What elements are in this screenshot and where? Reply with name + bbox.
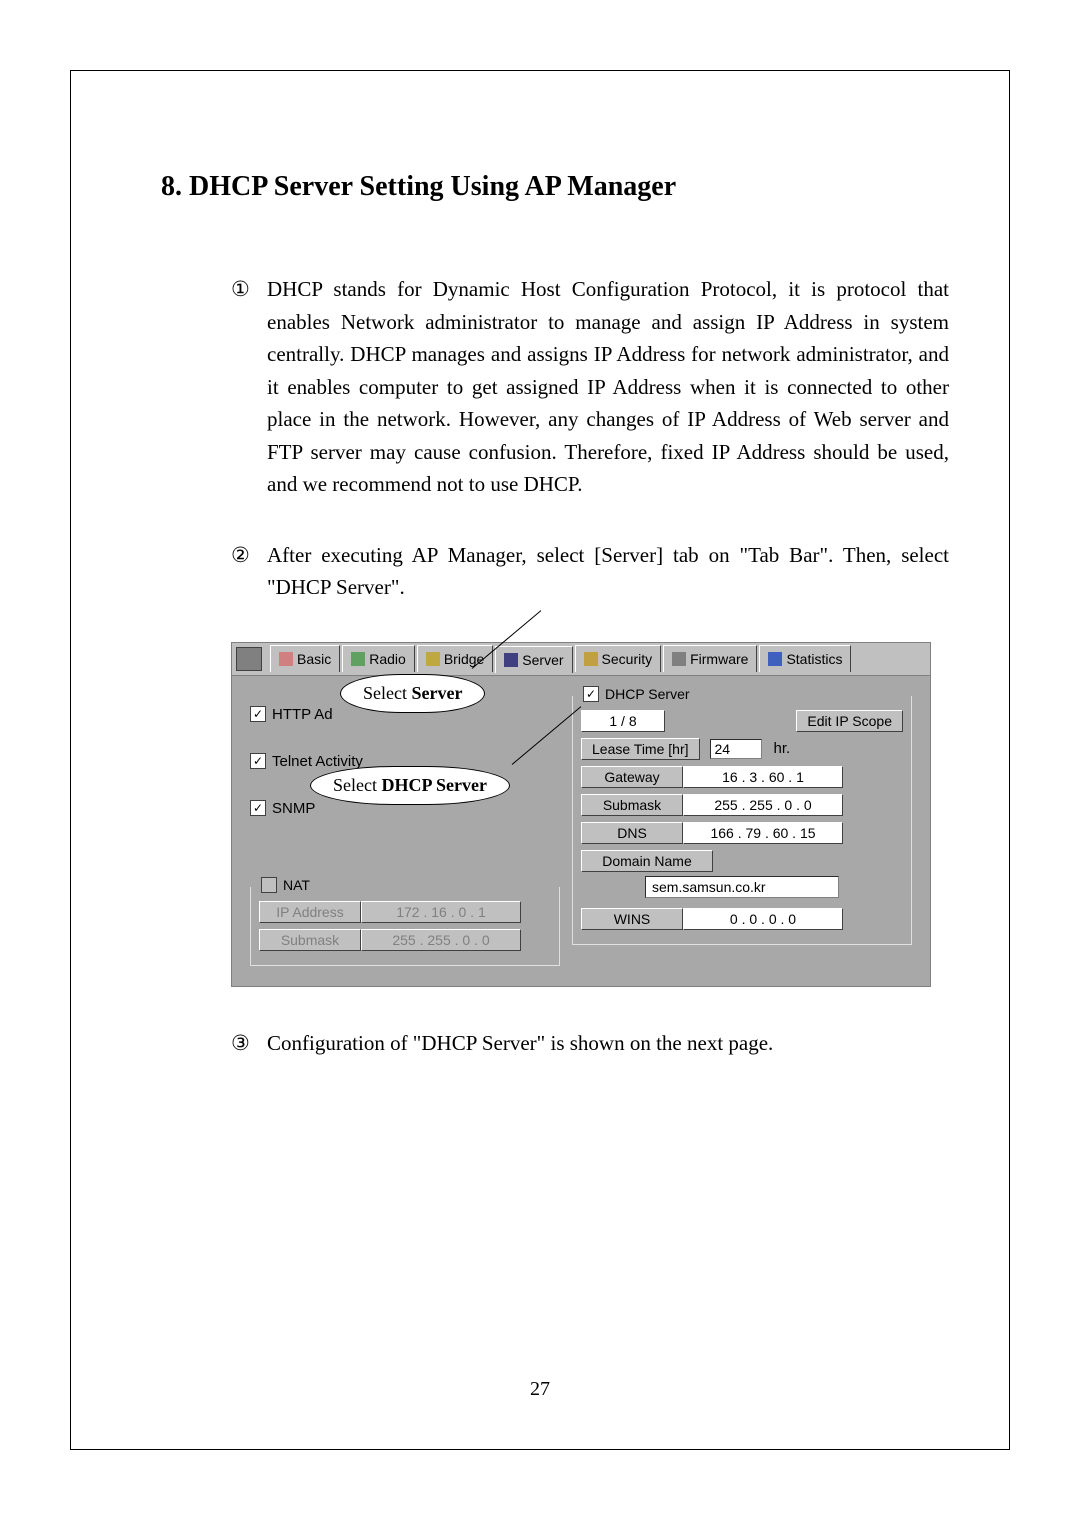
gateway-value[interactable]: 16 . 3 . 60 . 1 — [683, 766, 843, 788]
tab-basic-label: Basic — [297, 651, 331, 667]
checkbox-icon: ✓ — [583, 686, 599, 702]
lease-time-input[interactable]: 24 — [710, 739, 762, 759]
dns-value[interactable]: 166 . 79 . 60 . 15 — [683, 822, 843, 844]
lease-row: Lease Time [hr] 24 hr. — [581, 738, 903, 760]
scope-row: 1 / 8 Edit IP Scope — [581, 710, 903, 732]
hr-label: hr. — [774, 740, 791, 757]
callout-dhcp-pre: Select — [333, 775, 381, 795]
ip-address-value: 172 . 16 . 0 . 1 — [361, 901, 521, 923]
dhcp-legend-label: DHCP Server — [605, 686, 690, 702]
dns-button[interactable]: DNS — [581, 822, 683, 844]
nat-ip-row: IP Address 172 . 16 . 0 . 1 — [259, 901, 551, 923]
tab-statistics-label: Statistics — [786, 651, 842, 667]
left-column: ✓ HTTP Ad ✓ Telnet Activity ✓ SNMP — [250, 706, 560, 966]
dhcp-group: ✓ DHCP Server 1 / 8 Edit IP Scope Lease … — [572, 696, 912, 945]
tab-bridge-label: Bridge — [444, 651, 484, 667]
nat-legend: NAT — [257, 877, 314, 893]
radio-icon — [351, 652, 365, 666]
telnet-label: Telnet Activity — [272, 753, 363, 770]
domain-name-input[interactable]: sem.samsun.co.kr — [645, 876, 839, 898]
callout-select-server: Select Server — [340, 674, 485, 713]
dns-row: DNS 166 . 79 . 60 . 15 — [581, 822, 903, 844]
tab-firmware-label: Firmware — [690, 651, 748, 667]
checkbox-icon: ✓ — [250, 706, 266, 722]
numbered-list: ① DHCP stands for Dynamic Host Configura… — [231, 273, 949, 604]
submask-value: 255 . 255 . 0 . 0 — [361, 929, 521, 951]
wins-button[interactable]: WINS — [581, 908, 683, 930]
item-number-3: ③ — [231, 1027, 267, 1060]
nat-group: NAT IP Address 172 . 16 . 0 . 1 Submask … — [250, 887, 560, 966]
checkbox-icon — [261, 877, 277, 893]
dhcp-checkbox[interactable]: ✓ — [583, 686, 605, 702]
ip-address-label: IP Address — [259, 901, 361, 923]
nat-checkbox[interactable] — [261, 877, 283, 893]
item-text-1: DHCP stands for Dynamic Host Configurati… — [267, 273, 949, 501]
gateway-row: Gateway 16 . 3 . 60 . 1 — [581, 766, 903, 788]
firmware-icon — [672, 652, 686, 666]
list-item: ② After executing AP Manager, select [Se… — [231, 539, 949, 604]
submask-value[interactable]: 255 . 255 . 0 . 0 — [683, 794, 843, 816]
lease-time-button[interactable]: Lease Time [hr] — [581, 738, 700, 760]
ap-manager-screenshot: Basic Radio Bridge Server Security — [231, 642, 931, 987]
wins-value[interactable]: 0 . 0 . 0 . 0 — [683, 908, 843, 930]
callout-server-pre: Select — [363, 683, 411, 703]
tab-radio-label: Radio — [369, 651, 406, 667]
tab-radio[interactable]: Radio — [342, 645, 415, 672]
nat-submask-row: Submask 255 . 255 . 0 . 0 — [259, 929, 551, 951]
submask-row: Submask 255 . 255 . 0 . 0 — [581, 794, 903, 816]
http-label: HTTP Ad — [272, 706, 333, 723]
edit-ip-scope-button[interactable]: Edit IP Scope — [796, 710, 903, 732]
callout-dhcp-b: DHCP Server — [381, 775, 486, 795]
bridge-icon — [426, 652, 440, 666]
item-text-3: Configuration of "DHCP Server" is shown … — [267, 1027, 949, 1060]
page-number: 27 — [71, 1378, 1009, 1401]
gateway-button[interactable]: Gateway — [581, 766, 683, 788]
submask-label: Submask — [259, 929, 361, 951]
tab-basic[interactable]: Basic — [270, 645, 340, 672]
domain-row: Domain Name sem.samsun.co.kr — [581, 850, 903, 902]
tab-firmware[interactable]: Firmware — [663, 645, 757, 672]
server-panel: Select Server Select DHCP Server ✓ HTTP … — [231, 676, 931, 987]
item-number-2: ② — [231, 539, 267, 604]
basic-icon — [279, 652, 293, 666]
tab-statistics[interactable]: Statistics — [759, 645, 851, 672]
security-icon — [584, 652, 598, 666]
nat-legend-label: NAT — [283, 877, 310, 893]
snmp-label: SNMP — [272, 800, 315, 817]
submask-button[interactable]: Submask — [581, 794, 683, 816]
section-title: 8. DHCP Server Setting Using AP Manager — [161, 171, 949, 203]
callout-server-b: Server — [411, 683, 462, 703]
statistics-icon — [768, 652, 782, 666]
list-item: ① DHCP stands for Dynamic Host Configura… — [231, 273, 949, 501]
tab-bar: Basic Radio Bridge Server Security — [231, 642, 931, 676]
right-column: ✓ DHCP Server 1 / 8 Edit IP Scope Lease … — [572, 706, 912, 966]
tab-server-label: Server — [522, 652, 563, 668]
app-icon — [236, 647, 262, 671]
scope-count: 1 / 8 — [581, 710, 665, 732]
dhcp-legend: ✓ DHCP Server — [579, 686, 694, 702]
item-text-2: After executing AP Manager, select [Serv… — [267, 539, 949, 604]
callout-select-dhcp: Select DHCP Server — [310, 766, 510, 805]
item-number-1: ① — [231, 273, 267, 501]
server-icon — [504, 653, 518, 667]
tab-security[interactable]: Security — [575, 645, 662, 672]
checkbox-icon: ✓ — [250, 800, 266, 816]
numbered-list-cont: ③ Configuration of "DHCP Server" is show… — [231, 1027, 949, 1060]
checkbox-icon: ✓ — [250, 753, 266, 769]
tab-security-label: Security — [602, 651, 653, 667]
tab-server[interactable]: Server — [495, 646, 572, 673]
domain-name-button[interactable]: Domain Name — [581, 850, 713, 872]
wins-row: WINS 0 . 0 . 0 . 0 — [581, 908, 903, 930]
list-item: ③ Configuration of "DHCP Server" is show… — [231, 1027, 949, 1060]
